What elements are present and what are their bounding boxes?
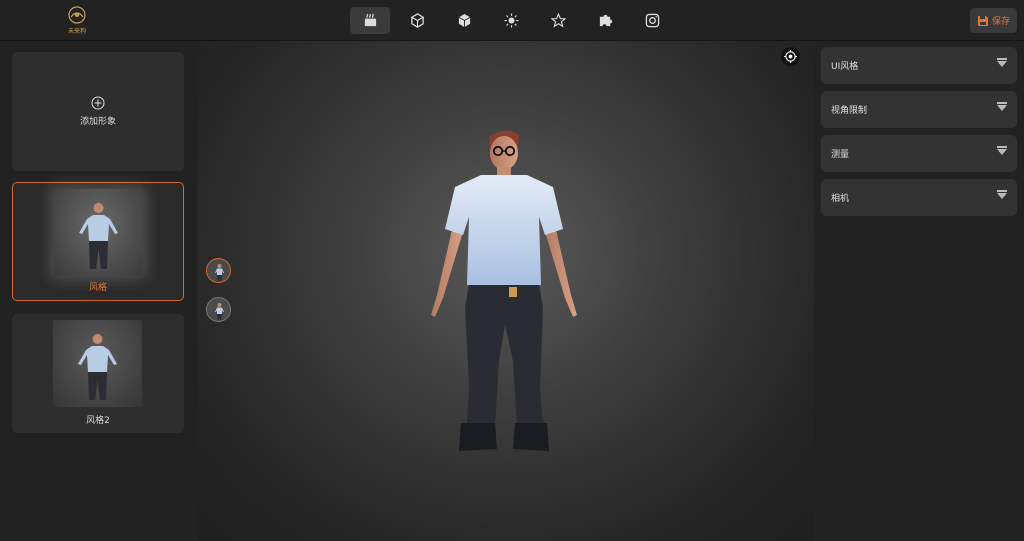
target-icon xyxy=(784,50,797,63)
app-root: 未来狗 保存 添加形象 风格 风格2 UI风格 视角限制 测量 相机 xyxy=(0,0,1024,541)
star-icon xyxy=(550,13,566,28)
accordion-label: 视角限制 xyxy=(831,106,868,116)
settings-panel: UI风格 视角限制 测量 相机 xyxy=(814,41,1024,541)
dropdown-arrow-icon xyxy=(997,190,1007,199)
add-avatar-label: 添加形象 xyxy=(79,117,116,127)
accordion-camera[interactable]: 相机 xyxy=(821,179,1017,216)
accordion-label: 相机 xyxy=(831,194,850,204)
top-toolbar: 未来狗 保存 xyxy=(0,0,1024,41)
camera-icon xyxy=(645,13,659,28)
logo-emblem-icon xyxy=(68,6,86,24)
accordion-measure[interactable]: 测量 xyxy=(821,135,1017,172)
tool-lighting[interactable] xyxy=(491,7,531,34)
recenter-button[interactable] xyxy=(781,47,800,66)
dropdown-arrow-icon xyxy=(997,102,1007,111)
scene-icon xyxy=(364,13,376,27)
model-box-icon xyxy=(410,13,424,28)
tool-scene[interactable] xyxy=(350,7,390,34)
style-card-1[interactable]: 风格 xyxy=(12,182,184,301)
style-card-label: 风格2 xyxy=(86,416,110,426)
puzzle-icon xyxy=(599,14,612,27)
tool-favorites[interactable] xyxy=(538,7,578,34)
save-button[interactable]: 保存 xyxy=(970,8,1017,33)
logo-text: 未来狗 xyxy=(67,28,86,35)
brand-logo: 未来狗 xyxy=(60,5,94,35)
cube-icon xyxy=(458,13,470,28)
accordion-label: 测量 xyxy=(831,150,850,160)
accordion-view-limit[interactable]: 视角限制 xyxy=(821,91,1017,128)
avatar-switch-1[interactable] xyxy=(206,258,231,283)
3d-viewport[interactable] xyxy=(197,41,814,541)
add-circle-icon xyxy=(91,96,105,110)
avatar-preview-icon xyxy=(78,334,117,400)
tool-tabs xyxy=(350,7,679,35)
style-thumbnail xyxy=(53,320,142,407)
dropdown-arrow-icon xyxy=(997,146,1007,155)
tool-snapshot[interactable] xyxy=(632,7,672,34)
avatar-list-panel: 添加形象 风格 风格2 xyxy=(0,41,197,541)
accordion-label: UI风格 xyxy=(831,62,859,72)
dropdown-arrow-icon xyxy=(997,58,1007,67)
add-avatar-card[interactable]: 添加形象 xyxy=(12,52,184,171)
avatar-mini-icon xyxy=(215,303,224,320)
avatar-preview-icon xyxy=(79,203,118,269)
save-label: 保存 xyxy=(991,17,1010,27)
tool-material[interactable] xyxy=(444,7,484,34)
style-card-label: 风格 xyxy=(88,283,107,293)
3d-avatar-model[interactable] xyxy=(397,125,617,475)
accordion-ui-style[interactable]: UI风格 xyxy=(821,47,1017,84)
avatar-switch-2[interactable] xyxy=(206,297,231,322)
style-thumbnail xyxy=(54,189,143,276)
tool-model[interactable] xyxy=(397,7,437,34)
avatar-mini-icon xyxy=(215,264,224,281)
tool-plugins[interactable] xyxy=(585,7,625,34)
style-card-2[interactable]: 风格2 xyxy=(12,314,184,433)
save-icon xyxy=(977,15,988,26)
light-icon xyxy=(503,13,519,28)
